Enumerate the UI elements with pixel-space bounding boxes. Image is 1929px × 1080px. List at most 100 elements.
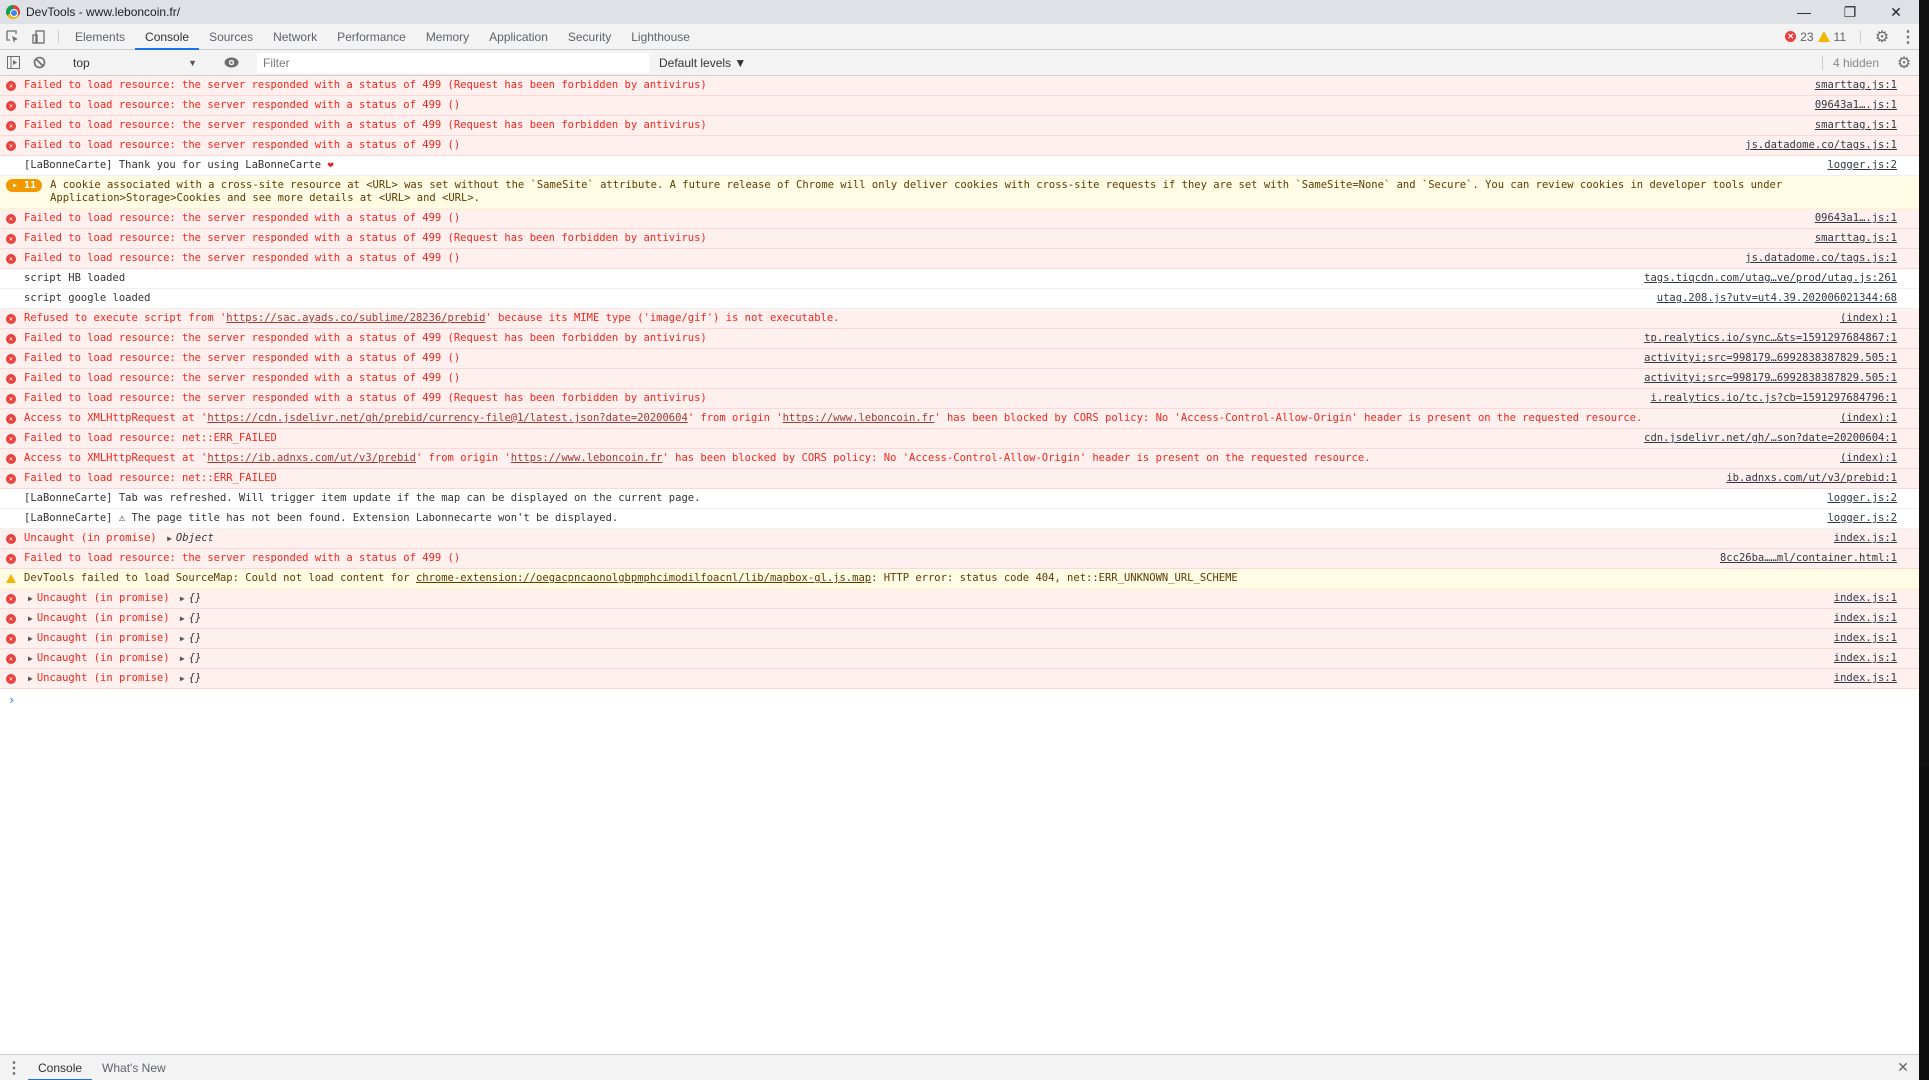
source-link[interactable]: ib.adnxs.com/ut/v3/prebid:1: [1726, 472, 1897, 485]
clear-console-icon[interactable]: [26, 56, 52, 69]
settings-gear-icon[interactable]: ⚙: [1867, 24, 1897, 49]
source-link[interactable]: logger.js:2: [1827, 159, 1897, 172]
source-link[interactable]: 8cc26ba……ml/container.html:1: [1720, 552, 1897, 565]
chrome-logo-icon: [6, 5, 20, 19]
source-link[interactable]: index.js:1: [1834, 652, 1897, 665]
message-text-body: Failed to load resource: the server resp…: [24, 332, 707, 344]
drawer-more-icon[interactable]: ⋮: [0, 1055, 28, 1080]
drawer-tab-what-s-new[interactable]: What's New: [92, 1055, 176, 1080]
object-preview[interactable]: {}: [189, 672, 202, 684]
source-link[interactable]: index.js:1: [1834, 532, 1897, 545]
expand-object-icon[interactable]: ▶: [180, 634, 185, 643]
source-link[interactable]: tags.tiqcdn.com/utag…ve/prod/utag.js:261: [1644, 272, 1897, 285]
expand-triangle-icon[interactable]: ▶: [28, 674, 33, 683]
source-link[interactable]: activityi;src=998179…6992838387829.505:1: [1644, 372, 1897, 385]
panel-tab-bar: Elements Console Sources Network Performance…: [0, 24, 1919, 50]
message-text: script HB loaded: [24, 272, 1624, 285]
message-text-body: Failed to load resource: net::ERR_FAILED: [24, 432, 277, 444]
expand-object-icon[interactable]: ▶: [180, 594, 185, 603]
expand-triangle-icon[interactable]: ▶: [28, 634, 33, 643]
source-link[interactable]: cdn.jsdelivr.net/gh/…son?date=20200604:1: [1644, 432, 1897, 445]
device-toolbar-icon[interactable]: [26, 24, 52, 49]
drawer-tab-console[interactable]: Console: [28, 1055, 93, 1080]
message-text-body: Failed to load resource: the server resp…: [24, 139, 461, 151]
message-text-body: Uncaught (in promise): [36, 652, 176, 664]
source-link[interactable]: smarttag.js:1: [1815, 232, 1897, 245]
source-link[interactable]: logger.js:2: [1827, 512, 1897, 525]
message-url-link[interactable]: https://ib.adnxs.com/ut/v3/prebid: [207, 452, 416, 464]
object-preview[interactable]: {}: [189, 592, 202, 604]
context-selector[interactable]: top ▼: [65, 56, 205, 70]
expand-object-icon[interactable]: ▶: [180, 674, 185, 683]
object-preview[interactable]: Object: [176, 532, 214, 544]
filter-input[interactable]: [257, 52, 649, 73]
source-link[interactable]: activityi;src=998179…6992838387829.505:1: [1644, 352, 1897, 365]
object-preview[interactable]: {}: [189, 652, 202, 664]
expand-object-icon[interactable]: ▶: [180, 614, 185, 623]
tab-network[interactable]: Network: [263, 24, 327, 49]
error-icon: ✕: [6, 139, 24, 152]
message-text: [LaBonneCarte] ⚠ The page title has not …: [24, 512, 1807, 525]
tab-console[interactable]: Console: [135, 24, 200, 50]
close-drawer-icon[interactable]: ✕: [1887, 1055, 1919, 1080]
message-text-body: Failed to load resource: the server resp…: [24, 552, 461, 564]
more-options-icon[interactable]: ⋮: [1897, 24, 1919, 49]
source-link[interactable]: (index):1: [1840, 312, 1897, 325]
console-settings-gear-icon[interactable]: ⚙: [1889, 53, 1919, 73]
source-link[interactable]: js.datadome.co/tags.js:1: [1745, 252, 1897, 265]
tab-elements[interactable]: Elements: [65, 24, 135, 49]
source-link[interactable]: 09643a1….js:1: [1815, 212, 1897, 225]
expand-triangle-icon[interactable]: ▶: [28, 614, 33, 623]
message-url-link[interactable]: chrome-extension://oegacpncaonolgbpmphci…: [416, 572, 871, 584]
tab-performance[interactable]: Performance: [327, 24, 416, 49]
expand-triangle-icon[interactable]: ▶: [28, 654, 33, 663]
console-prompt[interactable]: ›: [0, 689, 1919, 711]
error-message-row: ✕ Failed to load resource: the server res…: [0, 136, 1919, 156]
object-preview[interactable]: {}: [189, 632, 202, 644]
source-link[interactable]: (index):1: [1840, 412, 1897, 425]
source-link[interactable]: utag.208.js?utv=ut4.39.202006021344:68: [1657, 292, 1897, 305]
source-link[interactable]: tp.realytics.io/sync…&ts=1591297684867:1: [1644, 332, 1897, 345]
message-text-body: [LaBonneCarte] Thank you for using LaBon…: [24, 159, 322, 171]
message-url-link[interactable]: https://cdn.jsdelivr.net/gh/prebid/curre…: [207, 412, 687, 424]
source-link[interactable]: logger.js:2: [1827, 492, 1897, 505]
message-text: Refused to execute script from 'https://…: [24, 312, 1820, 325]
message-text: Failed to load resource: the server resp…: [24, 79, 1795, 92]
tab-memory[interactable]: Memory: [416, 24, 479, 49]
minimize-button[interactable]: —: [1781, 0, 1827, 24]
source-link[interactable]: index.js:1: [1834, 632, 1897, 645]
tab-security[interactable]: Security: [558, 24, 621, 49]
expand-triangle-icon[interactable]: ▶: [28, 594, 33, 603]
close-window-button[interactable]: ✕: [1873, 0, 1919, 24]
source-link[interactable]: index.js:1: [1834, 612, 1897, 625]
source-link[interactable]: index.js:1: [1834, 672, 1897, 685]
restore-button[interactable]: ❐: [1827, 0, 1873, 24]
source-link[interactable]: i.realytics.io/tc.js?cb=1591297684796:1: [1650, 392, 1897, 405]
message-url-link[interactable]: https://www.leboncoin.fr: [511, 452, 663, 464]
source-link[interactable]: (index):1: [1840, 452, 1897, 465]
message-text: A cookie associated with a cross-site re…: [50, 179, 1897, 205]
show-sidebar-icon[interactable]: [0, 56, 26, 69]
source-link[interactable]: smarttag.js:1: [1815, 119, 1897, 132]
source-link[interactable]: smarttag.js:1: [1815, 79, 1897, 92]
message-url-link[interactable]: https://sac.ayads.co/sublime/28236/prebi…: [226, 312, 485, 324]
tab-application[interactable]: Application: [479, 24, 558, 49]
live-expression-eye-icon[interactable]: [218, 57, 244, 68]
inspect-element-icon[interactable]: [0, 24, 26, 49]
divider: [58, 30, 59, 43]
object-preview[interactable]: {}: [189, 612, 202, 624]
source-link[interactable]: 09643a1….js:1: [1815, 99, 1897, 112]
source-link[interactable]: index.js:1: [1834, 592, 1897, 605]
error-icon: ✕: [6, 472, 24, 485]
tab-sources[interactable]: Sources: [199, 24, 263, 49]
log-levels-dropdown[interactable]: Default levels ▼: [649, 56, 756, 70]
message-text-body: script HB loaded: [24, 272, 126, 284]
issue-counts[interactable]: ✕ 23 11: [1777, 24, 1854, 49]
message-text: Failed to load resource: the server resp…: [24, 372, 1624, 385]
source-link[interactable]: js.datadome.co/tags.js:1: [1745, 139, 1897, 152]
expand-object-icon[interactable]: ▶: [180, 654, 185, 663]
message-url-link[interactable]: https://www.leboncoin.fr: [783, 412, 935, 424]
tab-lighthouse[interactable]: Lighthouse: [621, 24, 700, 49]
error-message-row: ✕ ▶ Uncaught (in promise) ▶{} index.js:1: [0, 629, 1919, 649]
expand-object-icon[interactable]: ▶: [167, 534, 172, 543]
